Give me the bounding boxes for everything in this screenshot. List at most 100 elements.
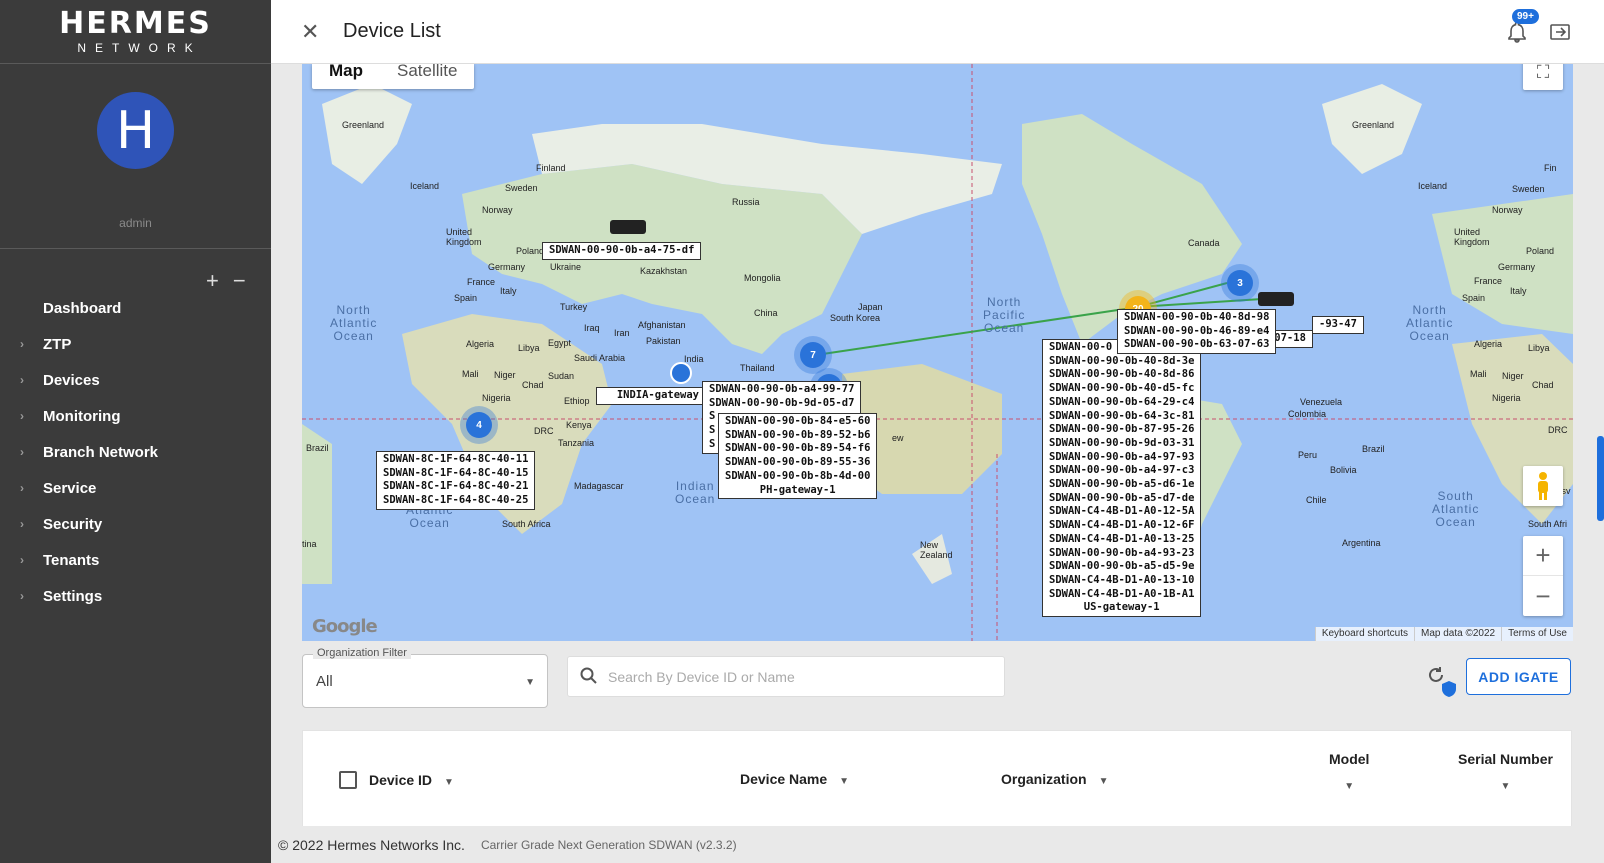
- street-view-pegman-icon[interactable]: [1523, 466, 1563, 506]
- nav-label: ZTP: [43, 335, 72, 353]
- place-label: Iraq: [584, 323, 600, 333]
- gateway-id: PH-gateway-1: [759, 483, 836, 496]
- terms-link[interactable]: Terms of Use: [1501, 627, 1573, 641]
- place-label: Iceland: [1418, 181, 1448, 191]
- device-id: SDWAN-00-90-0b-63-07-63: [1124, 338, 1270, 351]
- device-id: SDWAN-00-90-0b-a5-d5-9e: [1049, 560, 1195, 573]
- cluster-marker[interactable]: 7: [800, 342, 826, 368]
- device-id: SDWAN-00-90-0b-46-89-e4: [1124, 324, 1270, 337]
- location-pin-icon[interactable]: [670, 362, 692, 384]
- scrollbar-handle[interactable]: [1597, 436, 1604, 521]
- place-label: Ukraine: [550, 262, 582, 272]
- device-id: -93-47: [1319, 318, 1357, 330]
- device-id: SDWAN-00-90-0b-a5-d6-1e: [1049, 478, 1195, 491]
- place-label: Thailand: [740, 363, 775, 373]
- map-type-tabs: Map Satellite: [312, 64, 475, 89]
- search-box: [567, 656, 1005, 697]
- sort-caret-icon[interactable]: ▼: [444, 777, 454, 788]
- place-label: Japan: [858, 302, 883, 312]
- search-input[interactable]: [608, 657, 998, 696]
- place-label: Brazil: [306, 443, 329, 453]
- place-label: Madagascar: [574, 481, 624, 491]
- zoom-controls: + −: [1523, 536, 1563, 616]
- column-label: Model: [1329, 751, 1370, 767]
- place-label: Norway: [1492, 205, 1523, 215]
- device-id: SDWAN-00-90-0b-64-29-c4: [1049, 395, 1195, 408]
- device-label[interactable]: INDIA-gateway: [596, 387, 706, 405]
- logout-icon[interactable]: [1548, 20, 1572, 44]
- zoom-in-button[interactable]: +: [1523, 536, 1563, 576]
- nav-item-branch-network[interactable]: › Branch Network: [0, 434, 271, 470]
- chevron-right-icon: ›: [20, 373, 24, 387]
- device-id: SDWAN-00-90-0b-89-52-b6: [725, 428, 871, 441]
- sort-caret-icon[interactable]: ▼: [839, 776, 849, 787]
- keyboard-shortcuts-link[interactable]: Keyboard shortcuts: [1314, 627, 1414, 641]
- tab-map[interactable]: Map: [312, 64, 380, 89]
- sidebar-nav: Dashboard › ZTP › Devices › Monitoring › Bra…: [0, 290, 271, 614]
- device-id: SDWAN-00-90-0b-64-3c-81: [1049, 409, 1195, 422]
- column-header-serial-number[interactable]: Serial Number ▼: [1458, 751, 1553, 792]
- organization-filter-select[interactable]: Organization Filter All ▼: [302, 647, 548, 708]
- cluster-marker[interactable]: 3: [1227, 270, 1253, 296]
- device-label[interactable]: SDWAN-00-90-0b-a4-75-df: [542, 242, 702, 260]
- device-map[interactable]: Map Satellite ⛶ North Atlantic Ocean Nor…: [302, 64, 1573, 641]
- place-label: Poland: [1526, 246, 1555, 256]
- nav-label: Monitoring: [43, 407, 121, 425]
- nav-item-settings[interactable]: › Settings: [0, 578, 271, 614]
- cluster-marker[interactable]: 4: [466, 412, 492, 438]
- sort-caret-icon[interactable]: ▼: [1458, 781, 1553, 792]
- sort-caret-icon[interactable]: ▼: [1329, 781, 1369, 792]
- device-label[interactable]: SDWAN-00-90-0b-84-e5-60 SDWAN-00-90-0b-8…: [718, 413, 878, 500]
- version-info: Carrier Grade Next Generation SDWAN (v2.…: [480, 837, 737, 852]
- sort-caret-icon[interactable]: ▼: [1099, 776, 1109, 787]
- place-label: Mali: [1470, 369, 1487, 379]
- device-table: Device ID ▼ Device Name ▼ Organization ▼ Mo…: [302, 730, 1572, 826]
- place-label: South Korea: [830, 313, 881, 323]
- column-header-device-id[interactable]: Device ID ▼: [369, 772, 454, 788]
- column-header-model[interactable]: Model ▼: [1329, 751, 1369, 792]
- nav-item-service[interactable]: › Service: [0, 470, 271, 506]
- zoom-out-button[interactable]: −: [1523, 576, 1563, 616]
- nav-item-security[interactable]: › Security: [0, 506, 271, 542]
- avatar[interactable]: H: [97, 92, 174, 169]
- device-label[interactable]: SDWAN-8C-1F-64-8C-40-11 SDWAN-8C-1F-64-8…: [376, 451, 536, 510]
- place-label: Mali: [462, 369, 479, 379]
- place-label: Venezuela: [1300, 397, 1343, 407]
- nav-item-devices[interactable]: › Devices: [0, 362, 271, 398]
- copyright: © 2022 Hermes Networks Inc.: [278, 836, 465, 853]
- logo[interactable]: HERMES NETWORK: [0, 0, 271, 64]
- nav-item-tenants[interactable]: › Tenants: [0, 542, 271, 578]
- place-label: Algeria: [1474, 339, 1503, 349]
- fullscreen-icon[interactable]: ⛶: [1523, 64, 1563, 90]
- device-id: SDWAN-00-90-0b-89-54-f6: [725, 442, 871, 455]
- column-label: Organization: [1001, 771, 1087, 787]
- close-icon[interactable]: ✕: [301, 20, 319, 45]
- ocean-label: Indian Ocean: [675, 479, 716, 506]
- header: ✕ Device List 99+: [271, 0, 1604, 64]
- add-igate-button[interactable]: ADD IGATE: [1466, 658, 1571, 695]
- router-icon[interactable]: [1258, 292, 1294, 306]
- place-label: Chad: [522, 380, 544, 390]
- device-label[interactable]: SDWAN-00-90-0b-40-8d-98 SDWAN-00-90-0b-4…: [1117, 309, 1277, 355]
- device-id: SDWAN-00-90-0b-a4-93-23: [1049, 546, 1195, 559]
- place-label: Spain: [454, 293, 478, 303]
- tab-satellite[interactable]: Satellite: [380, 64, 474, 89]
- device-id: SDWAN-00-90-0b-84-e5-60: [725, 415, 871, 427]
- chevron-right-icon: ›: [20, 553, 24, 567]
- device-id: SDWAN-00-90-0b-40-d5-fc: [1049, 382, 1195, 395]
- place-label: France: [1474, 276, 1503, 286]
- router-icon[interactable]: [610, 220, 646, 234]
- select-all-checkbox[interactable]: [339, 771, 357, 789]
- device-label[interactable]: SDWAN-00-0 SDWAN-00-90-0b-40-8d-3e SDWAN…: [1042, 339, 1202, 618]
- organization-filter-value: All: [316, 673, 333, 690]
- device-id: SDWAN-8C-1F-64-8C-40-25: [383, 494, 529, 507]
- nav-item-monitoring[interactable]: › Monitoring: [0, 398, 271, 434]
- column-header-device-name[interactable]: Device Name ▼: [740, 771, 849, 787]
- nav-item-dashboard[interactable]: Dashboard: [0, 290, 271, 326]
- place-label: Germany: [1498, 262, 1536, 272]
- place-label: New Zealand: [920, 540, 953, 560]
- place-label: Afghanistan: [638, 320, 686, 330]
- nav-item-ztp[interactable]: › ZTP: [0, 326, 271, 362]
- device-label[interactable]: -93-47: [1312, 316, 1364, 334]
- column-header-organization[interactable]: Organization ▼: [1001, 771, 1108, 787]
